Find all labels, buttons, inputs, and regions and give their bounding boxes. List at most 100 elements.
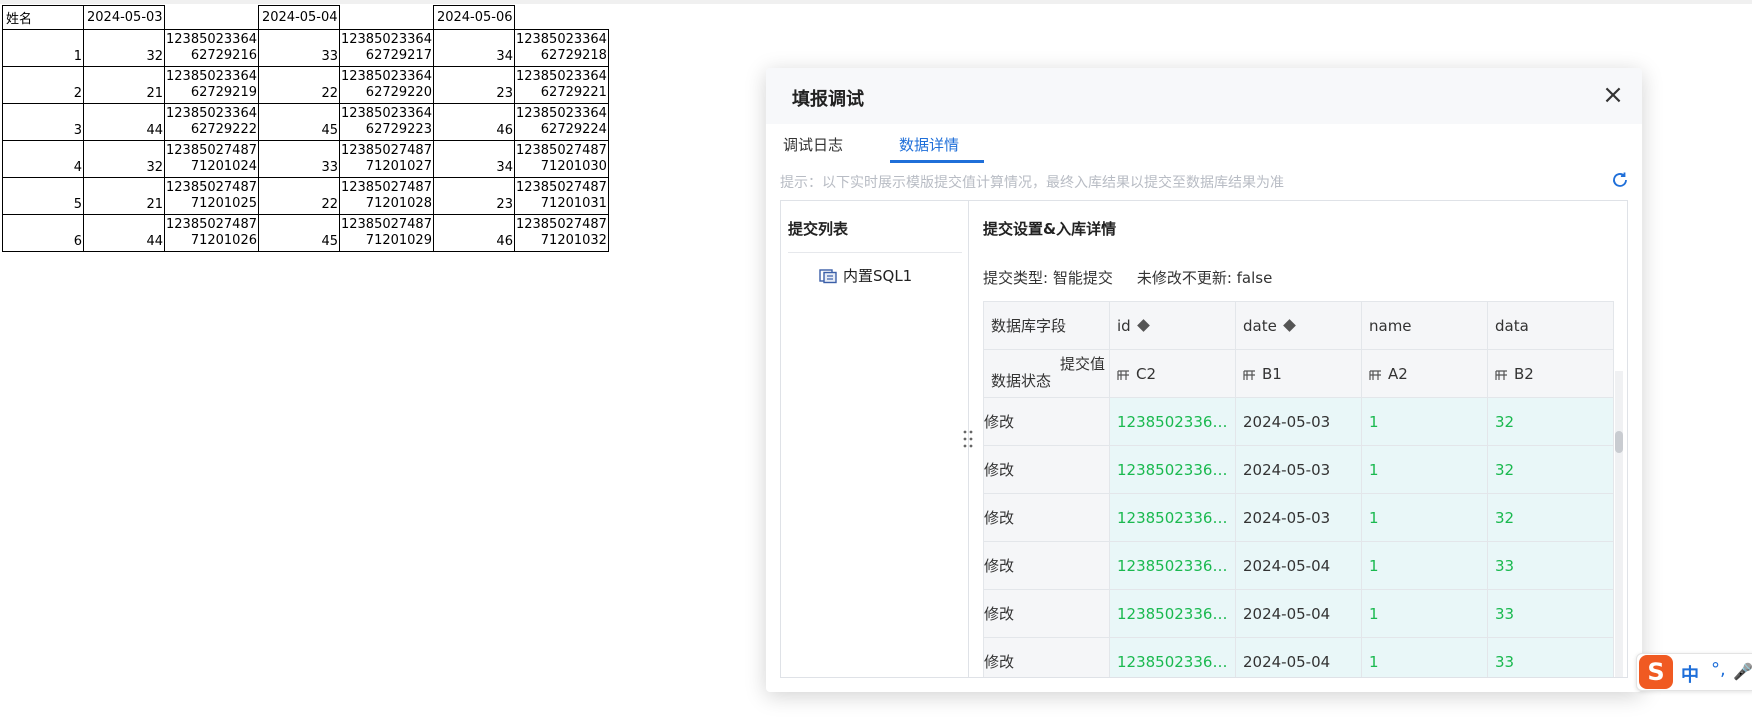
- table-row: 修改 12385023364... 2024-05-04 1 33: [983, 541, 1614, 590]
- sheet-cell: 45: [257, 103, 340, 141]
- sql-list-item[interactable]: 内置SQL1: [819, 265, 912, 286]
- sheet-cell-line: 12385027487: [166, 180, 257, 195]
- value-header: B1: [1235, 349, 1362, 398]
- submit-type: 提交类型: 智能提交: [983, 269, 1113, 287]
- sheet-cell: 12385027487 71201027: [338, 140, 434, 178]
- table-cell: 32: [1487, 445, 1614, 494]
- sheet-header-cell: 姓名: [2, 5, 84, 30]
- table-cell: 12385023364...: [1109, 541, 1236, 590]
- row-status: 修改: [983, 637, 1110, 677]
- ime-toolbar[interactable]: S 中 °, 🎤: [1636, 653, 1752, 691]
- row-status: 修改: [983, 493, 1110, 542]
- sheet-row: 2 21 12385023364 62729219 22 12385023364 62729…: [2, 66, 609, 104]
- tab-data-details[interactable]: 数据详情: [899, 134, 959, 155]
- sheet-cell-line: 12385023364: [166, 106, 257, 121]
- close-icon[interactable]: ×: [1600, 82, 1626, 108]
- field-header: date: [1235, 301, 1362, 350]
- field-header: name: [1361, 301, 1488, 350]
- table-cell: 1: [1361, 637, 1488, 677]
- sheet-header-cell: [514, 5, 609, 30]
- primary-key-icon: [1282, 318, 1296, 332]
- table-cell: 2024-05-04: [1235, 541, 1362, 590]
- corner-cell: 提交值 数据状态: [983, 349, 1110, 398]
- submit-info: 提交类型: 智能提交 未修改不更新: false: [983, 267, 1272, 288]
- row-status: 修改: [983, 541, 1110, 590]
- cell-ref-icon: [1369, 369, 1381, 380]
- sheet-header-row: 姓名 2024-05-03 2024-05-04 2024-05-06: [2, 5, 609, 30]
- sheet-cell: 1: [2, 29, 84, 67]
- primary-key-icon: [1136, 318, 1150, 332]
- sheet-cell-line: 62729217: [365, 48, 432, 63]
- cell-ref-icon: [1243, 369, 1255, 380]
- row-status: 修改: [983, 397, 1110, 446]
- row-status: 修改: [983, 589, 1110, 638]
- sheet-cell-line: 71201027: [365, 159, 432, 174]
- sheet-cell: 12385023364 62729223: [338, 103, 434, 141]
- sheet-cell: 22: [257, 177, 340, 215]
- table-row: 修改 12385023364... 2024-05-03 1 32: [983, 493, 1614, 542]
- table-cell: 12385023364...: [1109, 493, 1236, 542]
- table-cell: 33: [1487, 589, 1614, 638]
- sheet-cell-line: 71201031: [540, 196, 607, 211]
- ime-punct[interactable]: °,: [1711, 659, 1726, 680]
- top-edge: [0, 0, 1752, 4]
- sheet-cell-line: 12385023364: [340, 32, 432, 47]
- sheet-cell-line: 12385023364: [166, 32, 257, 47]
- tab-debug-log[interactable]: 调试日志: [783, 134, 843, 155]
- ime-logo-icon[interactable]: S: [1639, 655, 1673, 689]
- sheet-cell-line: 71201028: [365, 196, 432, 211]
- field-header: id: [1109, 301, 1236, 350]
- sheet-cell: 4: [2, 140, 84, 178]
- sheet-cell-line: 12385023364: [340, 106, 432, 121]
- sheet-cell: 22: [257, 66, 340, 104]
- sheet-cell: 12385027487 71201032: [513, 214, 609, 252]
- sheet-row: 5 21 12385027487 71201025 22 12385027487 71201…: [2, 177, 609, 215]
- sheet-cell: 12385023364 62729216: [164, 29, 259, 67]
- sheet-cell: 44: [83, 214, 165, 252]
- sheet-cell-line: 62729220: [365, 85, 432, 100]
- refresh-icon[interactable]: [1610, 170, 1630, 190]
- ime-mode[interactable]: 中: [1681, 661, 1699, 687]
- table-cell: 32: [1487, 397, 1614, 446]
- table-scrollbar[interactable]: [1615, 371, 1623, 677]
- sheet-cell-line: 12385027487: [515, 143, 607, 158]
- dialog-title: 填报调试: [792, 89, 864, 110]
- sheet-cell: 12385023364 62729221: [513, 66, 609, 104]
- corner-field-label: 数据库字段: [983, 301, 1110, 350]
- sheet-cell-line: 62729221: [540, 85, 607, 100]
- sheet-row: 6 44 12385027487 71201026 45 12385027487 71201…: [2, 214, 609, 252]
- sheet-cell: 12385023364 62729222: [164, 103, 259, 141]
- sheet-cell: 32: [83, 29, 165, 67]
- sheet-cell: 23: [432, 177, 515, 215]
- sheet-cell-line: 12385027487: [340, 143, 432, 158]
- table-row: 修改 12385023364... 2024-05-04 1 33: [983, 637, 1614, 677]
- table-cell: 2024-05-04: [1235, 589, 1362, 638]
- table-cell: 33: [1487, 637, 1614, 677]
- sheet-cell: 6: [2, 214, 84, 252]
- table-row: 修改 12385023364... 2024-05-03 1 32: [983, 445, 1614, 494]
- microphone-icon[interactable]: 🎤: [1733, 662, 1752, 681]
- value-row: 提交值 数据状态 C2 B1 A2 B2: [983, 349, 1614, 398]
- value-header: B2: [1487, 349, 1614, 398]
- sheet-cell: 33: [257, 140, 340, 178]
- hint-text: 提示：以下实时展示模版提交值计算情况，最终入库结果以提交至数据库结果为准: [780, 175, 1284, 191]
- sheet-cell: 12385023364 62729224: [513, 103, 609, 141]
- field-row: 数据库字段 id date name data: [983, 301, 1614, 350]
- no-update-flag: 未修改不更新: false: [1136, 269, 1273, 287]
- sheet-cell: 23: [432, 66, 515, 104]
- sheet-header-cell: 2024-05-04: [257, 5, 340, 30]
- drag-handle-icon[interactable]: [961, 427, 975, 451]
- value-header: C2: [1109, 349, 1236, 398]
- scrollbar-thumb[interactable]: [1615, 431, 1623, 453]
- sheet-cell-line: 71201029: [365, 233, 432, 248]
- table-cell: 12385023364...: [1109, 589, 1236, 638]
- tab-bar: 调试日志 数据详情: [766, 124, 1642, 162]
- sheet-cell-line: 12385023364: [515, 69, 607, 84]
- sql-icon: [819, 268, 837, 283]
- sheet-cell-line: 71201024: [190, 159, 257, 174]
- corner-value-label: 提交值: [1059, 355, 1105, 373]
- table-cell: 1: [1361, 493, 1488, 542]
- sheet-cell-line: 12385027487: [166, 143, 257, 158]
- sheet-cell-line: 71201025: [190, 196, 257, 211]
- sheet-cell: 45: [257, 214, 340, 252]
